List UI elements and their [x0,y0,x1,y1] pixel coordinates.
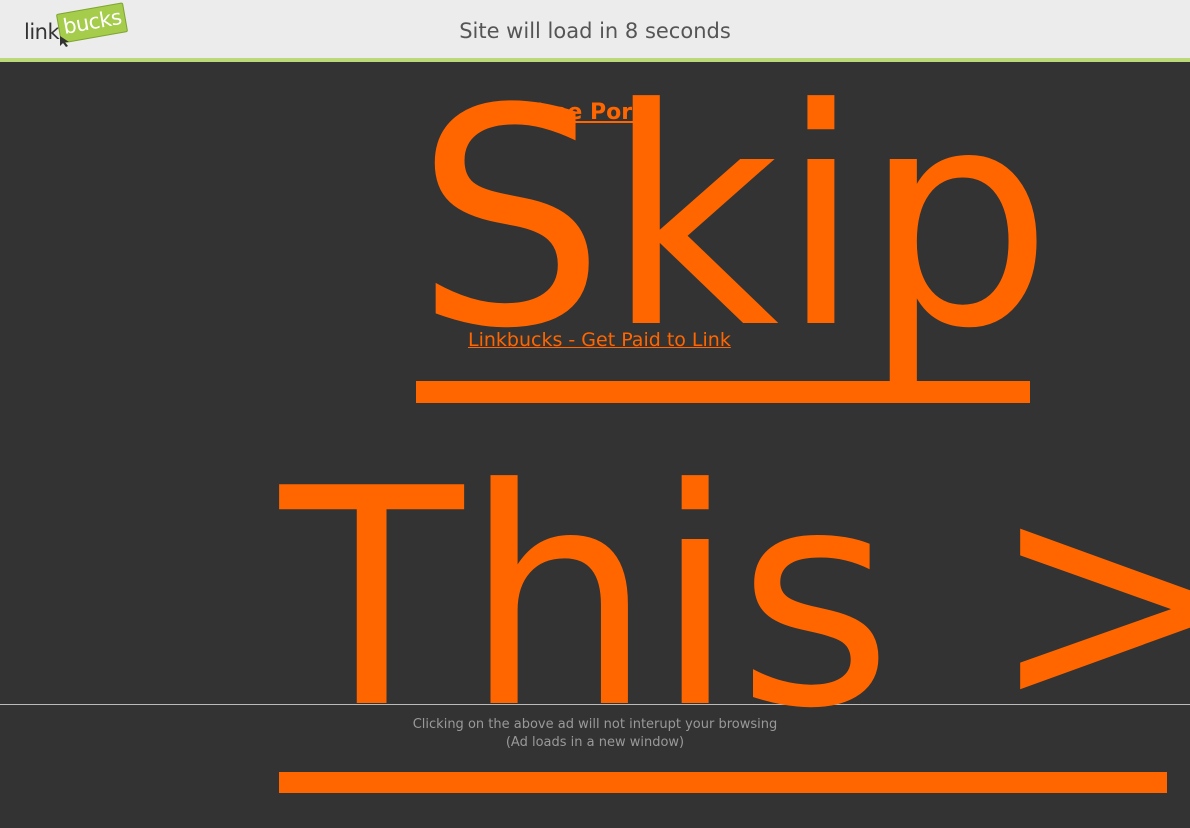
countdown-text: Site will load in 8 seconds [459,19,731,43]
skip-text-line-2[interactable]: This > [280,440,1190,760]
skip-underline-1 [416,381,1030,403]
skip-underline-2 [279,772,1167,793]
skip-text-line-1[interactable]: Skip [415,60,1053,380]
